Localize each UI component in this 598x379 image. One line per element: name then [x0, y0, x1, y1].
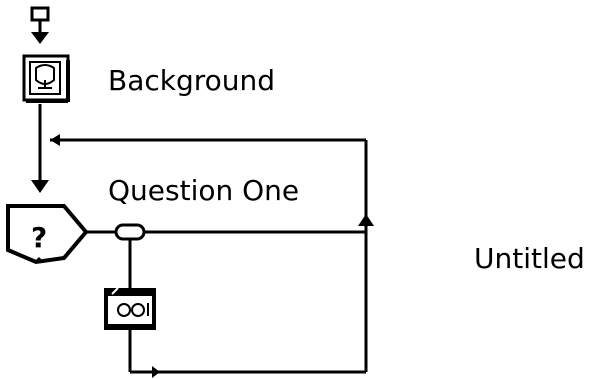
untitled-label: Untitled — [474, 242, 585, 275]
exit-arrow-icon — [152, 366, 160, 378]
svg-text:?: ? — [31, 221, 47, 254]
interaction-decision-icon[interactable]: ? — [6, 204, 89, 265]
question-label: Question One — [108, 174, 299, 207]
calculation-icon[interactable] — [104, 287, 156, 330]
loop-arrow-icon — [50, 134, 60, 146]
flowline-arrow-icon — [31, 180, 49, 193]
response-arrow-icon — [358, 214, 374, 226]
display-icon[interactable] — [22, 54, 70, 103]
background-label: Background — [108, 64, 275, 97]
flowline-diagram: Background ? Question One Untitled — [6, 6, 585, 378]
response-branch-icon[interactable] — [114, 223, 146, 241]
flowline-start-icon[interactable] — [30, 6, 50, 44]
